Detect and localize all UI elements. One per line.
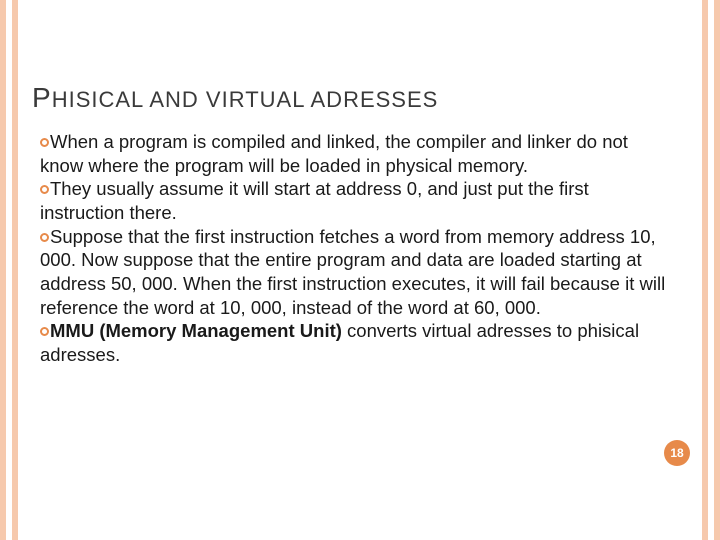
title-rest: HISICAL AND VIRTUAL ADRESSES xyxy=(52,87,439,112)
bullet-rest: usually assume it will start at address … xyxy=(40,178,589,223)
decor-stripe-left-inner xyxy=(12,0,18,540)
body-paragraph: When a program is compiled and linked, t… xyxy=(40,130,670,367)
bullet-lead: MMU (Memory Management Unit) xyxy=(50,320,342,341)
bullet-lead: They xyxy=(50,178,91,199)
bullet-icon xyxy=(40,327,49,336)
bullet-icon xyxy=(40,138,49,147)
decor-stripe-right-outer xyxy=(714,0,720,540)
bullet-icon xyxy=(40,185,49,194)
slide-title: PHISICAL AND VIRTUAL ADRESSES xyxy=(32,82,438,114)
slide-body: When a program is compiled and linked, t… xyxy=(40,130,670,367)
bullet-lead: When xyxy=(50,131,98,152)
bullet-rest: that the first instruction fetches a wor… xyxy=(40,226,665,318)
decor-stripe-right-inner xyxy=(702,0,708,540)
page-number-badge: 18 xyxy=(664,440,690,466)
bullet-lead: Suppose xyxy=(50,226,123,247)
decor-stripe-left-outer xyxy=(0,0,6,540)
bullet-rest: a program is compiled and linked, the co… xyxy=(40,131,628,176)
bullet-icon xyxy=(40,233,49,242)
page-number: 18 xyxy=(670,446,683,460)
title-first-letter: P xyxy=(32,82,52,113)
